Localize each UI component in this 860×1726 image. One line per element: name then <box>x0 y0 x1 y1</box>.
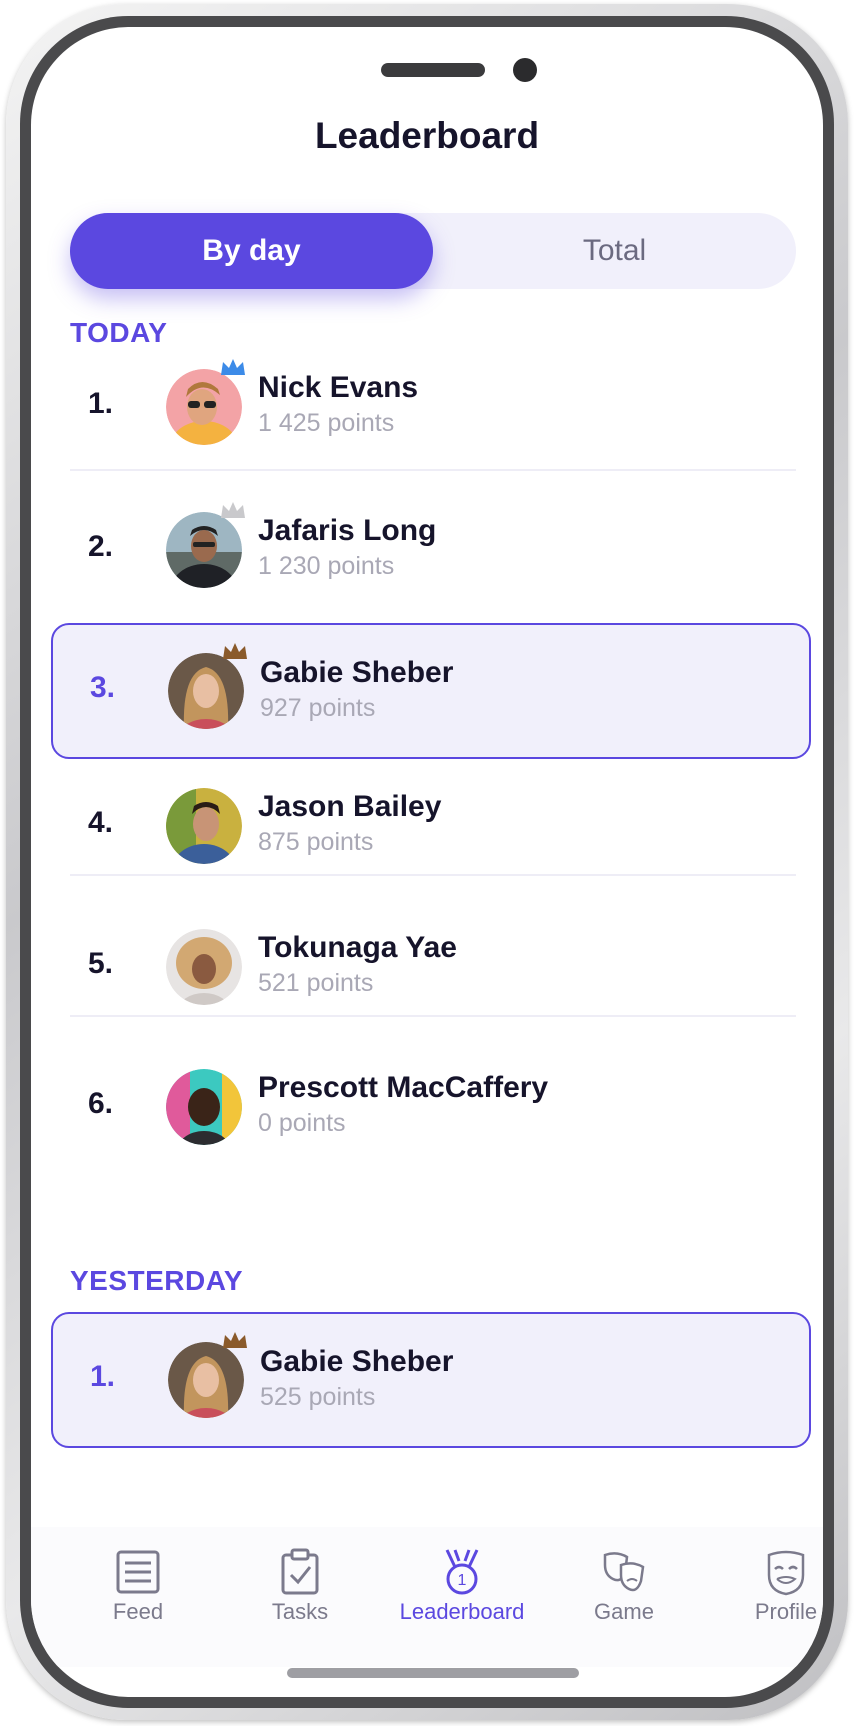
gold-crown-icon <box>221 359 245 375</box>
player-points: 525 points <box>260 1383 376 1411</box>
player-points: 521 points <box>258 969 374 997</box>
segment-by-day[interactable]: By day <box>70 213 433 289</box>
svg-text:1: 1 <box>458 1572 467 1589</box>
page-title: Leaderboard <box>314 115 540 156</box>
avatar <box>168 653 244 729</box>
row-divider <box>70 1015 796 1017</box>
silver-crown-icon <box>221 502 245 518</box>
bronze-crown-icon <box>223 1332 247 1348</box>
medal-icon: 1 <box>445 1549 479 1595</box>
section-label-yesterday: YESTERDAY <box>70 1265 244 1296</box>
tab-label: Feed <box>112 1599 164 1624</box>
rank-number: 6. <box>88 1087 114 1120</box>
player-name: Gabie Sheber <box>260 1345 454 1378</box>
leaderboard-row[interactable]: 5. Tokunaga Yae 521 points <box>70 917 796 1017</box>
player-points: 927 points <box>260 694 376 722</box>
tab-label: Tasks <box>271 1599 329 1624</box>
player-name: Nick Evans <box>258 371 419 404</box>
rank-number: 1. <box>90 1360 116 1393</box>
player-points: 0 points <box>258 1109 346 1137</box>
rank-number: 4. <box>88 806 114 839</box>
screen: Leaderboard By day Total TODAY 1. Nick E… <box>31 27 823 1697</box>
avatar <box>166 1069 242 1145</box>
row-divider <box>70 874 796 876</box>
mask-icon <box>767 1550 805 1596</box>
leaderboard-row[interactable]: 2. Jafaris Long 1 230 points <box>70 500 796 600</box>
rank-number: 1. <box>88 387 114 420</box>
speaker-grille <box>381 63 485 77</box>
leaderboard-row[interactable]: 1. Nick Evans 1 425 points <box>70 357 796 457</box>
avatar <box>166 369 242 445</box>
player-points: 875 points <box>258 828 374 856</box>
rank-number: 3. <box>90 671 116 704</box>
row-divider <box>70 469 796 471</box>
bronze-crown-icon <box>223 643 247 659</box>
rank-number: 5. <box>88 947 114 980</box>
avatar <box>166 788 242 864</box>
player-name: Jafaris Long <box>258 514 437 547</box>
leaderboard-row[interactable]: 4. Jason Bailey 875 points <box>70 776 796 876</box>
player-name: Prescott MacCaffery <box>258 1071 549 1104</box>
tab-feed[interactable]: Feed <box>58 1527 218 1647</box>
tab-game[interactable]: Game <box>544 1527 704 1647</box>
tab-tasks[interactable]: Tasks <box>220 1527 380 1647</box>
phone-bezel: Leaderboard By day Total TODAY 1. Nick E… <box>20 16 834 1708</box>
bottom-tab-bar: Feed Tasks 1 Leaderboard Game Profile <box>31 1527 823 1667</box>
player-points: 1 425 points <box>258 409 395 437</box>
avatar <box>168 1342 244 1418</box>
avatar <box>166 512 242 588</box>
period-segmented-control: By day Total <box>70 213 796 289</box>
tab-label: Leaderboard <box>399 1599 525 1624</box>
phone-frame: Leaderboard By day Total TODAY 1. Nick E… <box>6 4 848 1720</box>
player-points: 1 230 points <box>258 552 395 580</box>
tab-profile[interactable]: Profile <box>706 1527 823 1647</box>
home-indicator[interactable] <box>287 1668 579 1678</box>
avatar <box>166 929 242 1005</box>
leaderboard-row-current-user[interactable]: 3. Gabie Sheber 927 points <box>51 623 811 759</box>
player-name: Gabie Sheber <box>260 656 454 689</box>
tab-leaderboard[interactable]: 1 Leaderboard <box>382 1527 542 1647</box>
theater-masks-icon <box>603 1552 645 1592</box>
tab-label: Profile <box>754 1599 818 1624</box>
rank-number: 2. <box>88 530 114 563</box>
section-label-today: TODAY <box>70 317 168 348</box>
leaderboard-row[interactable]: 6. Prescott MacCaffery 0 points <box>70 1057 796 1157</box>
player-name: Jason Bailey <box>258 790 442 823</box>
tab-label: Game <box>594 1599 654 1624</box>
player-name: Tokunaga Yae <box>258 931 457 964</box>
leaderboard-row-current-user[interactable]: 1. Gabie Sheber 525 points <box>51 1312 811 1448</box>
clipboard-check-icon <box>281 1548 319 1595</box>
front-camera <box>513 58 537 82</box>
feed-icon <box>116 1550 160 1594</box>
segment-total[interactable]: Total <box>433 213 796 289</box>
